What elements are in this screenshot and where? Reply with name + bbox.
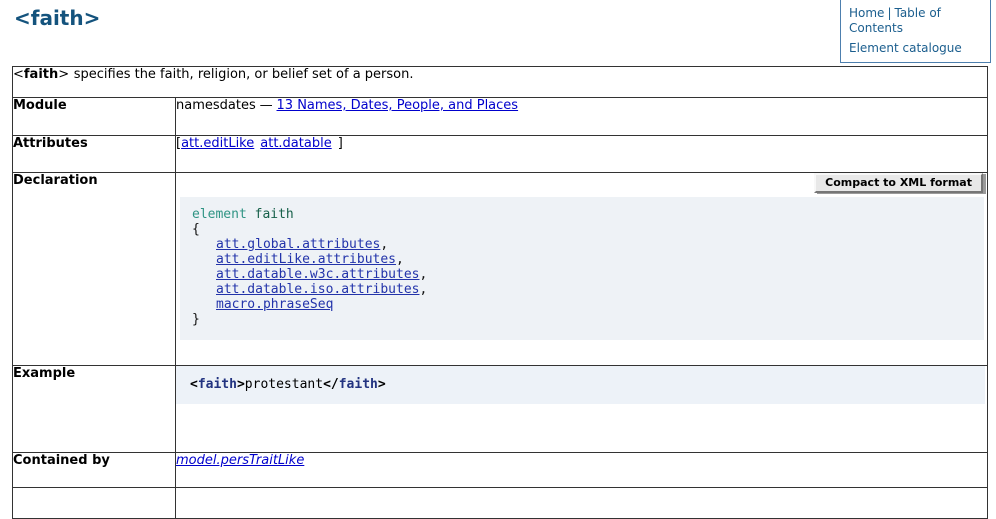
code-line-member: att.global.attributes, (192, 237, 972, 252)
example-open-angle: < (190, 377, 198, 392)
clipped-value-cell (176, 488, 988, 519)
attributes-value-cell: [att.editLikeatt.datable] (176, 136, 988, 173)
contained-by-value-cell: model.persTraitLike (176, 453, 988, 488)
module-name: namesdates (176, 98, 256, 113)
attributes-row: Attributes [att.editLikeatt.datable] (13, 136, 988, 173)
nav-link-home[interactable]: Home (849, 6, 884, 20)
code-member-suffix: , (420, 267, 428, 282)
example-label: Example (13, 366, 176, 453)
declaration-label: Declaration (13, 173, 176, 366)
code-link-att-datable-w3c-attributes[interactable]: att.datable.w3c.attributes (216, 267, 420, 282)
declaration-button-row: Compact to XML format (176, 173, 987, 193)
code-member-suffix: , (380, 237, 388, 252)
code-line-close-brace: } (192, 312, 972, 327)
nav-separator: | (884, 6, 894, 20)
code-line-open-brace: { (192, 222, 972, 237)
code-line-member: att.datable.iso.attributes, (192, 282, 972, 297)
code-link-att-global-attributes[interactable]: att.global.attributes (216, 237, 380, 252)
element-reference-table: <faith>specifies the faith, religion, or… (12, 66, 988, 519)
description-row: <faith> specifies the faith, religion, or… (13, 67, 988, 98)
module-chapter-link[interactable]: 13 Names, Dates, People, and Places (277, 98, 519, 113)
declaration-code-block: element faith { att.global.attributes, a… (180, 197, 984, 340)
nav-link-element-catalogue[interactable]: Element catalogue (849, 41, 962, 55)
example-end-open: </ (323, 377, 339, 392)
example-open-angle-close: > (237, 377, 245, 392)
attribute-class-link-datable[interactable]: att.datable (260, 136, 331, 151)
example-open-tag-name: faith (198, 377, 237, 392)
example-row: Example <faith>protestant</faith> (13, 366, 988, 453)
attributes-label: Attributes (13, 136, 176, 173)
description-tag-name: faith (24, 67, 58, 82)
module-value-cell: namesdates — 13 Names, Dates, People, and … (176, 98, 988, 136)
example-close-tag-name: faith (339, 377, 378, 392)
code-line-member: macro.phraseSeq (192, 297, 972, 312)
top-nav-box: Home|Table of Contents Element catalogue (840, 0, 991, 63)
code-line-member: att.editLike.attributes, (192, 252, 972, 267)
compact-to-xml-button[interactable]: Compact to XML format (814, 173, 983, 193)
contained-by-label: Contained by (13, 453, 176, 488)
code-member-suffix: , (420, 282, 428, 297)
attributes-close-bracket: ] (338, 136, 343, 151)
example-close-angle: > (378, 377, 386, 392)
declaration-row: Declaration Compact to XML format elemen… (13, 173, 988, 366)
code-link-att-datable-iso-attributes[interactable]: att.datable.iso.attributes (216, 282, 420, 297)
description-text: specifies the faith, religion, or belief… (74, 67, 414, 82)
code-link-att-editlike-attributes[interactable]: att.editLike.attributes (216, 252, 396, 267)
code-member-suffix: , (396, 252, 404, 267)
code-element-name: faith (255, 207, 294, 222)
nav-line-1: Home|Table of Contents (849, 6, 984, 36)
description-tag-open: < (13, 67, 24, 82)
contained-by-row: Contained by model.persTraitLike (13, 453, 988, 488)
code-line-element: element faith (192, 207, 972, 222)
declaration-value-cell: Compact to XML format element faith { at… (176, 173, 988, 366)
code-link-macro-phraseseq[interactable]: macro.phraseSeq (216, 297, 333, 312)
code-line-member: att.datable.w3c.attributes, (192, 267, 972, 282)
clipped-row (13, 488, 988, 519)
description-tag-close: > (58, 67, 69, 82)
page-title: <faith> (14, 6, 100, 30)
module-row: Module namesdates — 13 Names, Dates, Peopl… (13, 98, 988, 136)
nav-line-2: Element catalogue (849, 41, 984, 56)
clipped-label-cell (13, 488, 176, 519)
example-content-text: protestant (245, 377, 323, 392)
example-value-cell: <faith>protestant</faith> (176, 366, 988, 453)
attribute-class-link-editlike[interactable]: att.editLike (181, 136, 254, 151)
model-perstraitlike-link[interactable]: model.persTraitLike (176, 453, 304, 468)
module-dash: — (260, 98, 273, 113)
code-keyword-element: element (192, 207, 247, 222)
example-code-block: <faith>protestant</faith> (176, 366, 985, 404)
description-cell: <faith> specifies the faith, religion, or… (13, 67, 988, 98)
module-label: Module (13, 98, 176, 136)
